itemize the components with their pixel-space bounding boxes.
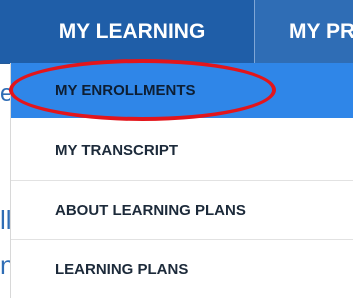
tab-my-profile[interactable]: MY PR [289,0,353,63]
menu-item-label: ABOUT LEARNING PLANS [55,201,246,219]
tab-my-learning-label: MY LEARNING [58,19,206,43]
menu-item-label: LEARNING PLANS [55,261,189,278]
top-navigation-bar: MY LEARNING MY PR [0,0,353,64]
my-learning-dropdown-menu: MY ENROLLMENTS MY TRANSCRIPT ABOUT LEARN… [10,63,353,298]
tab-my-profile-label: MY PR [289,19,353,43]
menu-item-my-transcript[interactable]: MY TRANSCRIPT [11,121,353,181]
background-text-fragment: ll [0,205,10,235]
menu-item-about-learning-plans[interactable]: ABOUT LEARNING PLANS [11,181,353,240]
nav-divider [254,0,255,63]
page: MY LEARNING MY PR e ll n MY ENROLLMENTS … [0,0,353,298]
menu-item-label: MY ENROLLMENTS [55,82,196,99]
menu-item-my-enrollments[interactable]: MY ENROLLMENTS [11,63,353,118]
background-text-fragment: n [0,250,10,280]
tab-my-learning[interactable]: MY LEARNING [0,0,254,63]
menu-item-learning-plans[interactable]: LEARNING PLANS [11,241,353,298]
background-text-fragment: e [0,80,10,107]
menu-item-label: MY TRANSCRIPT [55,142,179,159]
